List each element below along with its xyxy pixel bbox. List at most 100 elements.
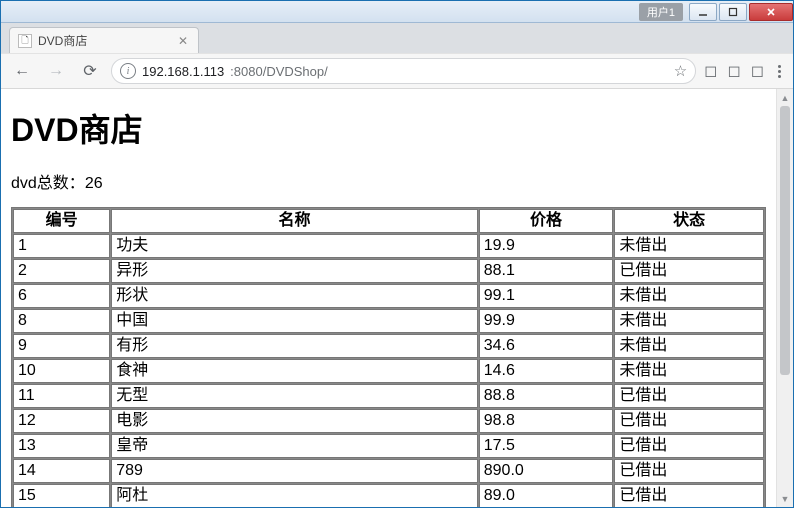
cell-status: 未借出 (614, 284, 764, 308)
cell-status: 未借出 (614, 234, 764, 258)
table-row: 14789890.0已借出 (13, 459, 764, 483)
cell-id: 13 (13, 434, 110, 458)
cell-status: 已借出 (614, 409, 764, 433)
browser-window: 用户1 🗋 DVD商店 ✕ ← → ⟳ i 192.168.1.113 :8080… (0, 0, 794, 508)
page-content: DVD商店 dvd总数：26 编号 名称 价格 状态 1功夫19.9未借出2异形… (1, 89, 776, 507)
window-close-button[interactable] (749, 3, 793, 21)
cell-price: 88.8 (479, 384, 614, 408)
page-heading: DVD商店 (11, 105, 766, 151)
user-badge: 用户1 (639, 3, 683, 21)
cell-price: 99.9 (479, 309, 614, 333)
address-bar[interactable]: i 192.168.1.113 :8080/DVDShop/ ☆ (111, 58, 696, 84)
cell-status: 未借出 (614, 334, 764, 358)
scroll-track[interactable] (777, 106, 793, 490)
cell-id: 11 (13, 384, 110, 408)
col-header-status: 状态 (614, 209, 764, 233)
cell-price: 17.5 (479, 434, 614, 458)
cell-id: 1 (13, 234, 110, 258)
col-header-price: 价格 (479, 209, 614, 233)
url-path: :8080/DVDShop/ (230, 64, 328, 79)
window-maximize-button[interactable] (719, 3, 747, 21)
viewport: DVD商店 dvd总数：26 编号 名称 价格 状态 1功夫19.9未借出2异形… (1, 89, 793, 507)
table-row: 15阿杜89.0已借出 (13, 484, 764, 507)
cell-name: 无型 (111, 384, 478, 408)
cell-name: 异形 (111, 259, 478, 283)
url-host: 192.168.1.113 (142, 64, 224, 79)
table-row: 11无型88.8已借出 (13, 384, 764, 408)
table-row: 10食神14.6未借出 (13, 359, 764, 383)
cell-name: 功夫 (111, 234, 478, 258)
table-row: 1功夫19.9未借出 (13, 234, 764, 258)
cell-name: 789 (111, 459, 478, 483)
cell-status: 已借出 (614, 459, 764, 483)
scroll-thumb[interactable] (780, 106, 790, 375)
browser-toolbar: ← → ⟳ i 192.168.1.113 :8080/DVDShop/ ☆ ◻ … (1, 53, 793, 89)
extension-icon[interactable]: ◻ (751, 61, 764, 81)
cell-status: 已借出 (614, 434, 764, 458)
close-icon (766, 7, 776, 17)
page-favicon-icon: 🗋 (18, 34, 32, 48)
cell-price: 34.6 (479, 334, 614, 358)
cell-status: 未借出 (614, 359, 764, 383)
cell-name: 形状 (111, 284, 478, 308)
cell-id: 8 (13, 309, 110, 333)
cell-name: 中国 (111, 309, 478, 333)
site-info-icon[interactable]: i (120, 63, 136, 79)
summary-count: 26 (85, 175, 103, 192)
cell-name: 食神 (111, 359, 478, 383)
cell-status: 已借出 (614, 484, 764, 507)
tab-strip: 🗋 DVD商店 ✕ (1, 23, 793, 53)
cell-id: 14 (13, 459, 110, 483)
cell-price: 14.6 (479, 359, 614, 383)
cell-name: 有形 (111, 334, 478, 358)
table-row: 8中国99.9未借出 (13, 309, 764, 333)
scroll-up-arrow-icon[interactable]: ▲ (777, 89, 793, 106)
table-row: 12电影98.8已借出 (13, 409, 764, 433)
cell-id: 12 (13, 409, 110, 433)
browser-tab[interactable]: 🗋 DVD商店 ✕ (9, 27, 199, 53)
table-row: 13皇帝17.5已借出 (13, 434, 764, 458)
minimize-icon (698, 7, 708, 17)
col-header-name: 名称 (111, 209, 478, 233)
nav-reload-button[interactable]: ⟳ (77, 58, 103, 84)
cell-price: 19.9 (479, 234, 614, 258)
cell-name: 皇帝 (111, 434, 478, 458)
cell-name: 电影 (111, 409, 478, 433)
table-header-row: 编号 名称 价格 状态 (13, 209, 764, 233)
cell-id: 15 (13, 484, 110, 507)
cell-status: 已借出 (614, 384, 764, 408)
maximize-icon (728, 7, 738, 17)
os-title-bar: 用户1 (1, 1, 793, 23)
cell-status: 未借出 (614, 309, 764, 333)
cell-id: 10 (13, 359, 110, 383)
dvd-table: 编号 名称 价格 状态 1功夫19.9未借出2异形88.1已借出6形状99.1未… (11, 207, 766, 507)
table-row: 9有形34.6未借出 (13, 334, 764, 358)
cell-id: 2 (13, 259, 110, 283)
scroll-down-arrow-icon[interactable]: ▼ (777, 490, 793, 507)
extension-icon[interactable]: ◻ (704, 61, 717, 81)
browser-menu-button[interactable] (774, 65, 785, 78)
cell-price: 99.1 (479, 284, 614, 308)
cell-name: 阿杜 (111, 484, 478, 507)
cell-id: 6 (13, 284, 110, 308)
cell-price: 98.8 (479, 409, 614, 433)
summary-line: dvd总数：26 (11, 169, 766, 193)
cell-price: 88.1 (479, 259, 614, 283)
tab-close-button[interactable]: ✕ (176, 34, 190, 48)
bookmark-star-icon[interactable]: ☆ (674, 62, 687, 80)
col-header-id: 编号 (13, 209, 110, 233)
cell-price: 890.0 (479, 459, 614, 483)
table-row: 6形状99.1未借出 (13, 284, 764, 308)
summary-label: dvd总数： (11, 175, 85, 192)
extension-icon[interactable]: ◻ (727, 61, 740, 81)
nav-forward-button[interactable]: → (43, 58, 69, 84)
window-minimize-button[interactable] (689, 3, 717, 21)
cell-status: 已借出 (614, 259, 764, 283)
nav-back-button[interactable]: ← (9, 58, 35, 84)
tab-title: DVD商店 (38, 32, 170, 49)
vertical-scrollbar[interactable]: ▲ ▼ (776, 89, 793, 507)
table-row: 2异形88.1已借出 (13, 259, 764, 283)
cell-id: 9 (13, 334, 110, 358)
toolbar-right-icons: ◻ ◻ ◻ (704, 61, 785, 81)
cell-price: 89.0 (479, 484, 614, 507)
